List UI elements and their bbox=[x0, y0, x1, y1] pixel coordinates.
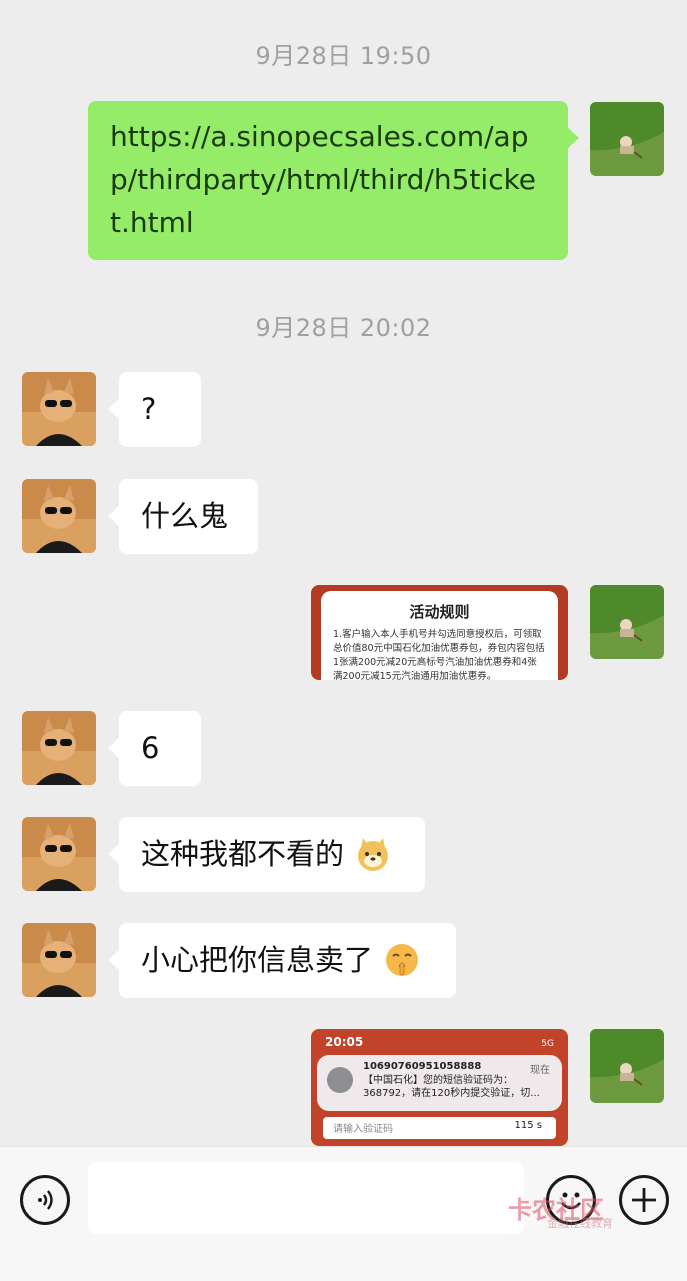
code-input-placeholder: 请输入验证码 bbox=[333, 1124, 393, 1135]
image-message-rules[interactable]: 活动规则 1.客户输入本人手机号并勾选同意授权后，可领取总价值80元中国石化加油… bbox=[311, 585, 568, 680]
sms-time: 现在 bbox=[530, 1065, 550, 1076]
friend-avatar[interactable] bbox=[22, 711, 96, 785]
message-bubble-url[interactable]: https://a.sinopecsales.com/app/thirdpart… bbox=[88, 101, 579, 260]
image-message-sms[interactable]: 20:05 5G 10690760951058888 现在 【中国石化】您的短信… bbox=[311, 1029, 568, 1146]
message-text: 这种我都不看的 bbox=[141, 837, 345, 871]
shush-emoji-icon bbox=[386, 944, 419, 976]
friend-avatar[interactable] bbox=[22, 479, 96, 553]
sms-body: 【中国石化】您的短信验证码为：368792，请在120秒内提交验证，切... bbox=[363, 1075, 540, 1099]
my-avatar[interactable] bbox=[590, 1029, 664, 1103]
sms-notification: 10690760951058888 现在 【中国石化】您的短信验证码为：3687… bbox=[317, 1055, 562, 1111]
messages-icon bbox=[327, 1067, 353, 1093]
doge-emoji-icon bbox=[358, 838, 389, 871]
friend-avatar[interactable] bbox=[22, 923, 96, 997]
friend-avatar[interactable] bbox=[22, 372, 96, 446]
message-bubble[interactable]: 什么鬼 bbox=[108, 479, 258, 554]
sms-sender: 10690760951058888 bbox=[363, 1061, 482, 1072]
timestamp: 9月28日 20:02 bbox=[255, 314, 432, 342]
code-input-preview: 请输入验证码 115 s bbox=[323, 1117, 556, 1139]
image-title: 活动规则 bbox=[409, 603, 470, 621]
message-bubble[interactable]: 6 bbox=[108, 711, 201, 786]
my-avatar[interactable] bbox=[590, 102, 664, 176]
voice-icon bbox=[38, 1190, 53, 1210]
my-avatar[interactable] bbox=[590, 585, 664, 659]
timestamp: 9月28日 19:50 bbox=[255, 42, 432, 70]
voice-button[interactable] bbox=[20, 1175, 70, 1225]
more-button[interactable] bbox=[619, 1175, 669, 1225]
countdown: 115 s bbox=[514, 1120, 542, 1131]
message-input[interactable] bbox=[88, 1162, 524, 1234]
image-text: 1.客户输入本人手机号并勾选同意授权后，可领取总价值80元中国石化加油优惠券包，… bbox=[333, 629, 545, 680]
friend-avatar[interactable] bbox=[22, 817, 96, 891]
network-label: 5G bbox=[541, 1039, 554, 1049]
message-bubble[interactable]: ? bbox=[108, 372, 201, 447]
message-text: 小心把你信息卖了 bbox=[141, 943, 374, 977]
plus-icon bbox=[632, 1188, 656, 1212]
watermark-subtitle: 金融在线教育 bbox=[547, 1217, 613, 1230]
message-bubble[interactable]: 这种我都不看的 bbox=[108, 817, 425, 892]
status-time: 20:05 bbox=[325, 1035, 364, 1049]
message-bubble[interactable]: 小心把你信息卖了 bbox=[108, 923, 456, 998]
